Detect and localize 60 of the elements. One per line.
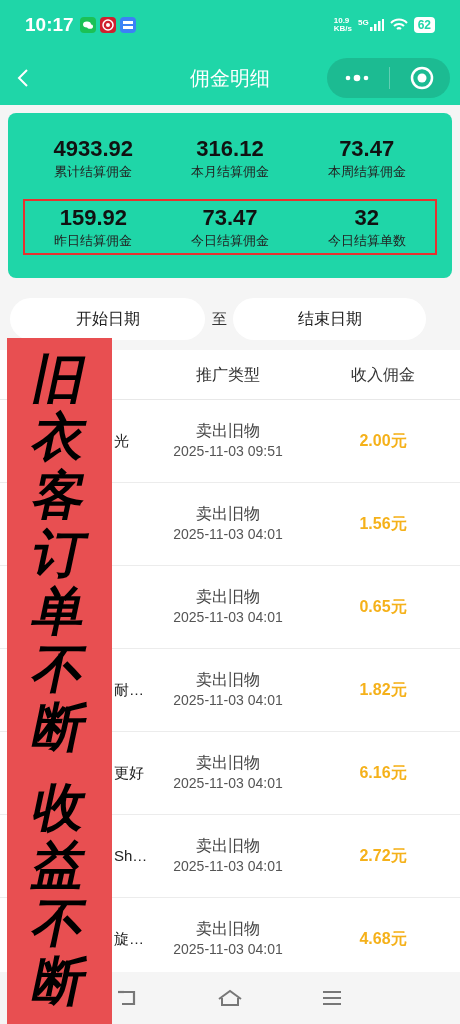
stat-value: 32 [354, 204, 379, 232]
order-time: 2025-11-03 04:01 [173, 525, 283, 544]
stat-value: 4933.92 [53, 135, 134, 163]
promotion-type: 卖出旧物 [196, 587, 260, 607]
promotion-type: 卖出旧物 [196, 504, 260, 524]
capsule-menu[interactable] [327, 57, 450, 98]
app-icon [99, 17, 116, 33]
stat-value: 73.47 [339, 135, 395, 163]
stat-label: 今日结算单数 [327, 232, 406, 250]
signal-icon [369, 19, 384, 31]
stat-label: 今日结算佣金 [191, 232, 269, 250]
menu-icon[interactable] [322, 990, 342, 1006]
table-cell: 更好 [114, 763, 144, 781]
order-time: 2025-11-03 04:01 [173, 857, 283, 876]
promotion-type: 卖出旧物 [196, 670, 260, 690]
order-time: 2025-11-03 04:01 [173, 691, 283, 710]
commission-amount: 6.16元 [358, 763, 408, 783]
stat-label: 昨日结算佣金 [54, 232, 133, 250]
order-time: 2025-11-03 04:01 [173, 608, 283, 627]
table-cell: Sh… [114, 846, 148, 864]
column-header: 推广类型 [195, 364, 261, 385]
stat-label: 累计结算佣金 [54, 163, 133, 181]
chat-app-icon [79, 17, 96, 33]
clock: 10:17 [25, 12, 74, 37]
order-time: 2025-11-03 04:01 [173, 774, 283, 793]
home-icon[interactable] [217, 989, 243, 1007]
wifi-icon [389, 18, 408, 32]
end-date-button[interactable]: 结束日期 [233, 298, 426, 340]
back-icon[interactable] [116, 989, 138, 1007]
commission-amount: 2.00元 [358, 431, 408, 451]
commission-amount: 2.72元 [358, 846, 408, 866]
stat-label: 本周结算佣金 [327, 163, 406, 181]
promotion-type: 卖出旧物 [196, 836, 260, 856]
net-speed-value: 10.9 [333, 17, 351, 25]
order-time: 2025-11-03 04:01 [173, 940, 283, 959]
more-icon[interactable] [345, 73, 369, 82]
commission-amount: 0.65元 [358, 597, 408, 617]
order-time: 2025-11-03 09:51 [173, 442, 283, 461]
stat-value: 316.12 [196, 135, 264, 163]
promotion-type: 卖出旧物 [196, 753, 260, 773]
stat-value: 159.92 [59, 204, 127, 232]
start-date-button[interactable]: 开始日期 [10, 298, 205, 340]
promotion-type: 卖出旧物 [196, 919, 260, 939]
net-speed-unit: KB/s [333, 25, 352, 33]
battery-indicator: 62 [413, 17, 435, 33]
table-cell: 旋… [114, 929, 144, 947]
commission-amount: 4.68元 [358, 929, 408, 949]
column-header: 收入佣金 [350, 364, 416, 385]
table-cell: 光 [114, 431, 129, 449]
commission-amount: 1.82元 [358, 680, 408, 700]
stat-label: 本月结算佣金 [191, 163, 269, 181]
commission-amount: 1.56元 [358, 514, 408, 534]
promotion-type: 卖出旧物 [196, 421, 260, 441]
app-icon [119, 17, 136, 33]
back-icon[interactable] [17, 67, 29, 88]
page-title: 佣金明细 [190, 65, 270, 91]
date-separator: 至 [210, 308, 228, 329]
table-cell: 耐… [114, 680, 144, 698]
network-type: 5G [357, 19, 369, 27]
stat-value: 73.47 [202, 204, 258, 232]
